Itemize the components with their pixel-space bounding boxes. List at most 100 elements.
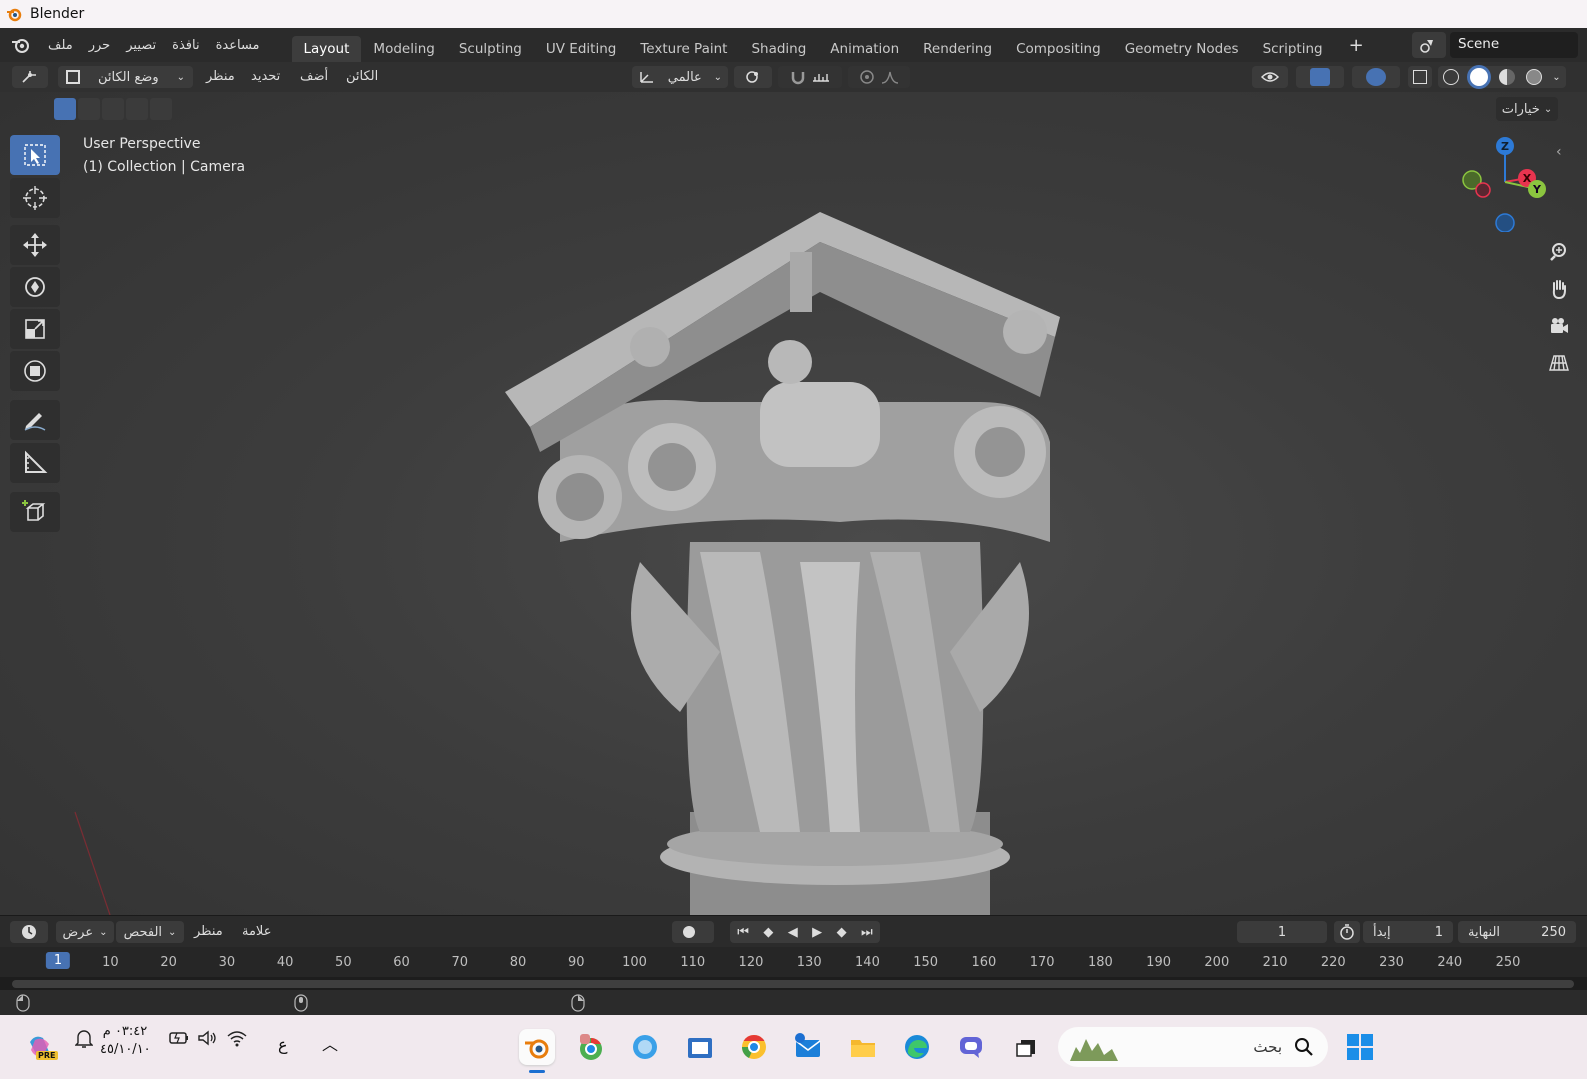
annotate-tool[interactable] — [10, 400, 60, 440]
tab-modeling[interactable]: Modeling — [361, 36, 446, 62]
chevron-down-icon: ⌄ — [168, 926, 177, 938]
notification-bell-icon[interactable] — [75, 1029, 93, 1049]
select-subtract-icon[interactable] — [102, 98, 124, 120]
proportional-editing-toggle[interactable] — [848, 66, 910, 88]
mode-dropdown[interactable]: وضع الكائن ⌄ — [58, 66, 193, 88]
pivot-point-dropdown[interactable] — [734, 66, 772, 88]
xray-toggle[interactable] — [1408, 66, 1432, 88]
gizmo-toggle[interactable] — [1296, 66, 1344, 88]
taskbar-chrome[interactable] — [736, 1029, 772, 1065]
tab-uv-editing[interactable]: UV Editing — [534, 36, 628, 62]
tab-animation[interactable]: Animation — [818, 36, 911, 62]
select-invert-icon[interactable] — [126, 98, 148, 120]
jump-start-icon[interactable]: ⏮ — [737, 925, 749, 940]
tab-shading[interactable]: Shading — [739, 36, 818, 62]
current-frame-field[interactable]: 1 — [1237, 921, 1327, 943]
orientation-dropdown[interactable]: عالمي ⌄ — [632, 66, 728, 88]
rendered-shading-icon[interactable] — [1525, 69, 1542, 85]
camera-view-button[interactable] — [1542, 311, 1576, 341]
input-language-indicator[interactable]: ع — [278, 1035, 288, 1054]
taskbar-store[interactable] — [682, 1029, 718, 1065]
tab-sculpting[interactable]: Sculpting — [447, 36, 534, 62]
tab-rendering[interactable]: Rendering — [911, 36, 1004, 62]
show-hidden-icons-chevron-icon[interactable]: ︿ — [322, 1031, 338, 1055]
toggle-projection-button[interactable] — [1542, 348, 1576, 378]
scene-selector-button[interactable] — [1412, 32, 1446, 58]
timeline-view-dropdown[interactable]: عرض ⌄ — [56, 921, 114, 943]
preview-range-toggle[interactable] — [1334, 921, 1360, 943]
copilot-button[interactable]: PRE — [22, 1029, 58, 1065]
tab-compositing[interactable]: Compositing — [1004, 36, 1113, 62]
jump-end-icon[interactable]: ⏭ — [861, 925, 873, 940]
options-dropdown[interactable]: خيارات ⌄ — [1496, 97, 1558, 121]
menu-edit[interactable]: حرر — [81, 38, 119, 53]
menu-file[interactable]: ملف — [40, 38, 81, 53]
taskbar-copilot-app[interactable] — [627, 1029, 663, 1065]
clock[interactable]: ٠٣:٤٢ م ٤٥/١٠/١٠ — [100, 1023, 151, 1059]
select-intersect-icon[interactable] — [150, 98, 172, 120]
taskbar-blender[interactable] — [519, 1029, 555, 1073]
measure-tool[interactable] — [10, 443, 60, 483]
tab-layout[interactable]: Layout — [291, 36, 362, 62]
select-box-tool[interactable] — [10, 135, 60, 175]
select-menu[interactable]: تحديد — [251, 69, 280, 84]
menu-render[interactable]: تصيير — [118, 38, 164, 53]
transform-tool[interactable] — [10, 351, 60, 391]
taskbar-task-view[interactable] — [1008, 1029, 1044, 1065]
timeline-editor-type-button[interactable] — [10, 921, 48, 943]
timeline-marker-menu[interactable]: علامة — [242, 924, 271, 939]
sidebar-toggle-chevron-icon[interactable]: ‹ — [1556, 144, 1562, 160]
timeline-scrollbar[interactable] — [12, 980, 1574, 988]
start-button[interactable] — [1342, 1029, 1378, 1065]
play-icon[interactable]: ▶ — [812, 925, 822, 940]
editor-type-button[interactable] — [12, 66, 48, 88]
pan-view-button[interactable] — [1542, 274, 1576, 304]
menu-window[interactable]: نافذة — [164, 38, 207, 53]
taskbar-teams[interactable] — [953, 1029, 989, 1065]
tab-texture-paint[interactable]: Texture Paint — [628, 36, 739, 62]
speaker-icon[interactable] — [197, 1029, 219, 1047]
start-frame-field[interactable]: إبدأ 1 — [1363, 921, 1453, 943]
select-new-icon[interactable] — [54, 98, 76, 120]
next-keyframe-icon[interactable]: ◆ — [837, 925, 847, 940]
wifi-icon[interactable] — [226, 1029, 248, 1047]
end-frame-field[interactable]: النهاية 250 — [1458, 921, 1576, 943]
overlays-toggle[interactable] — [1352, 66, 1400, 88]
chevron-down-icon[interactable]: ⌄ — [1552, 72, 1560, 83]
menu-help[interactable]: مساعدة — [208, 38, 268, 53]
blender-menu-icon[interactable] — [10, 34, 32, 56]
play-reverse-icon[interactable]: ◀ — [788, 925, 798, 940]
add-workspace-button[interactable]: + — [1341, 35, 1372, 56]
current-frame-marker[interactable]: 1 — [45, 952, 71, 969]
visibility-dropdown[interactable] — [1252, 66, 1288, 88]
rotate-tool[interactable] — [10, 267, 60, 307]
prev-keyframe-icon[interactable]: ◆ — [763, 925, 773, 940]
timeline-ruler[interactable]: 1 10 20 30 40 50 60 70 80 90 100 110 120 130 140 150 160… — [0, 947, 1587, 977]
taskbar-mail[interactable] — [790, 1029, 826, 1065]
navigation-gizmo[interactable]: Z X Y — [1455, 132, 1555, 232]
view-menu[interactable]: منظر — [206, 69, 235, 84]
timeline-inspect-dropdown[interactable]: الفحص ⌄ — [116, 921, 184, 943]
cursor-tool[interactable] — [10, 178, 60, 218]
select-extend-icon[interactable] — [78, 98, 100, 120]
tab-scripting[interactable]: Scripting — [1251, 36, 1335, 62]
3d-viewport[interactable]: User Perspective (1) Collection | Camera… — [0, 92, 1587, 915]
tab-geometry-nodes[interactable]: Geometry Nodes — [1113, 36, 1251, 62]
snap-toggle[interactable] — [778, 66, 842, 88]
wireframe-shading-icon[interactable] — [1443, 69, 1460, 85]
solid-shading-icon[interactable] — [1470, 68, 1489, 86]
add-cube-tool[interactable] — [10, 492, 60, 532]
scale-tool[interactable] — [10, 309, 60, 349]
timeline-view-menu[interactable]: منظر — [194, 924, 223, 939]
battery-icon[interactable] — [168, 1029, 190, 1047]
move-tool[interactable] — [10, 225, 60, 265]
object-menu[interactable]: الكائن — [346, 69, 378, 84]
material-shading-icon[interactable] — [1498, 69, 1515, 85]
autokey-toggle[interactable] — [672, 921, 714, 943]
add-menu[interactable]: أضف — [300, 69, 328, 84]
taskbar-edge[interactable] — [899, 1029, 935, 1065]
zoom-view-button[interactable] — [1542, 237, 1576, 267]
taskbar-file-explorer[interactable] — [845, 1029, 881, 1065]
scene-name-field[interactable]: Scene — [1450, 32, 1578, 58]
taskbar-chrome-profile[interactable] — [573, 1029, 609, 1065]
